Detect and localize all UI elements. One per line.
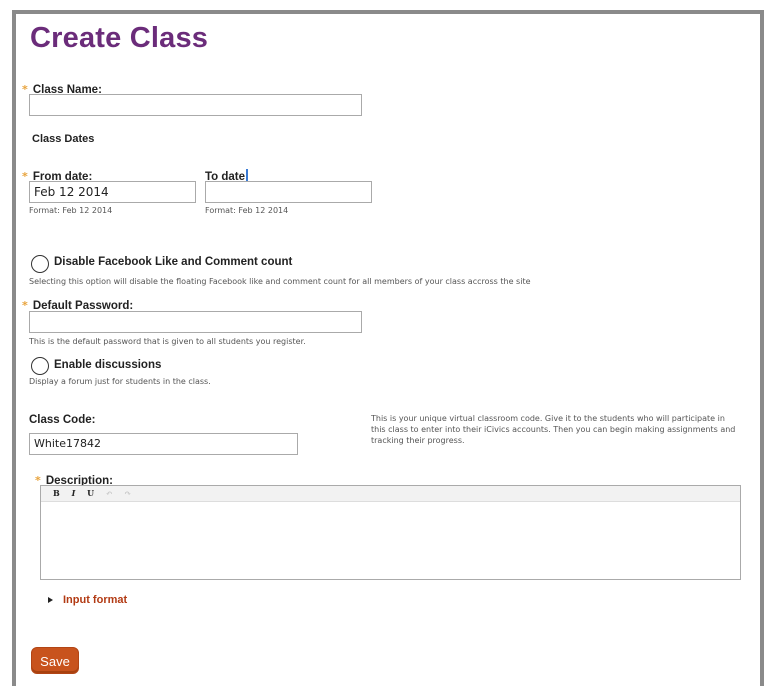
class-code-help: This is your unique virtual classroom co… <box>371 414 736 445</box>
save-button[interactable]: Save <box>31 647 79 674</box>
class-name-input[interactable] <box>29 94 362 116</box>
default-password-hint: This is the default password that is giv… <box>29 337 306 346</box>
editor-toolbar: B I U ↶ ↷ <box>41 486 740 502</box>
required-marker: * <box>22 170 28 183</box>
triangle-right-icon <box>48 597 53 604</box>
bold-button[interactable]: B <box>53 486 60 501</box>
disable-facebook-label: Disable Facebook Like and Comment count <box>54 256 293 268</box>
class-dates-heading: Class Dates <box>32 133 95 145</box>
underline-button[interactable]: U <box>87 486 94 501</box>
to-date-format-hint: Format: Feb 12 2014 <box>205 206 289 215</box>
input-format-label: Input format <box>63 594 128 606</box>
enable-discussions-description: Display a forum just for students in the… <box>29 377 211 386</box>
page-title: Create Class <box>30 22 209 54</box>
required-marker: * <box>22 299 28 312</box>
class-code-label: Class Code: <box>29 414 96 426</box>
from-date-input[interactable]: Feb 12 2014 <box>29 181 196 203</box>
to-date-input[interactable] <box>205 181 372 203</box>
redo-icon[interactable]: ↷ <box>124 486 131 501</box>
input-format-toggle[interactable]: Input format <box>48 594 127 606</box>
enable-discussions-radio[interactable] <box>31 357 49 375</box>
undo-icon[interactable]: ↶ <box>106 486 113 501</box>
from-date-format-hint: Format: Feb 12 2014 <box>29 206 113 215</box>
disable-facebook-radio[interactable] <box>31 255 49 273</box>
class-code-input[interactable]: White17842 <box>29 433 298 455</box>
disable-facebook-description: Selecting this option will disable the f… <box>29 277 531 286</box>
default-password-input[interactable] <box>29 311 362 333</box>
description-editor[interactable]: B I U ↶ ↷ <box>40 485 741 580</box>
italic-button[interactable]: I <box>72 486 76 501</box>
enable-discussions-label: Enable discussions <box>54 359 162 371</box>
required-marker: * <box>22 83 28 96</box>
